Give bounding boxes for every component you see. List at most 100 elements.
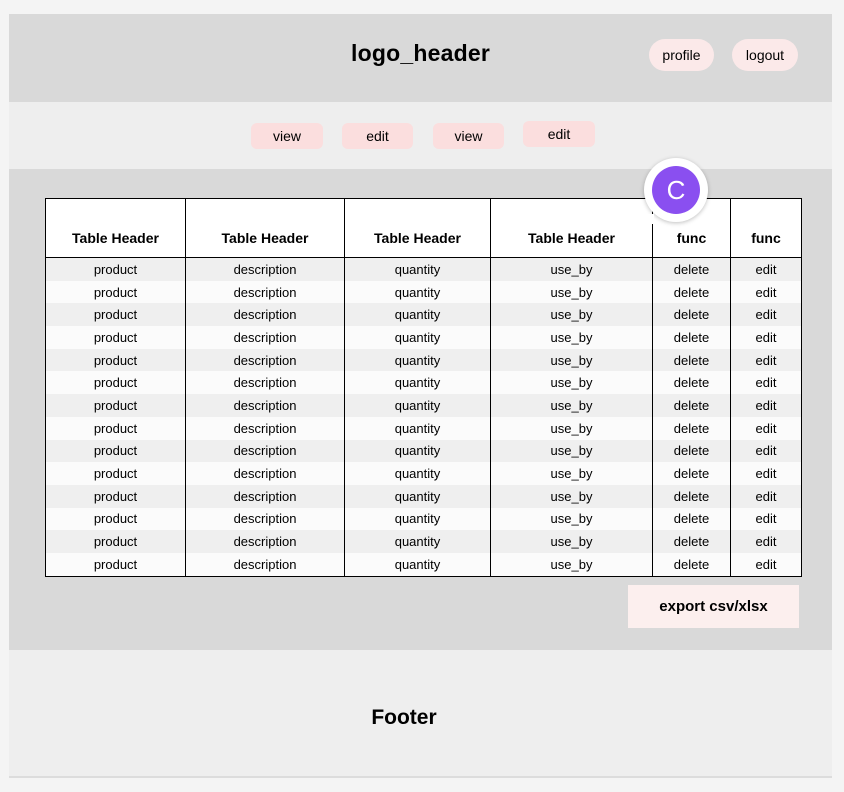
- edit-link[interactable]: edit: [730, 484, 802, 508]
- quantity-cell: quantity: [344, 257, 491, 281]
- delete-link[interactable]: delete: [652, 416, 731, 440]
- delete-link[interactable]: delete: [652, 371, 731, 395]
- delete-link[interactable]: delete: [652, 257, 731, 281]
- description-cell: description: [185, 530, 345, 553]
- product-cell: product: [45, 280, 186, 304]
- delete-link[interactable]: delete: [652, 439, 731, 463]
- table-row: product description quantity use_by delete ed…: [45, 303, 802, 327]
- edit-link[interactable]: edit: [730, 303, 802, 327]
- use-by-cell: use_by: [490, 439, 653, 463]
- edit-link[interactable]: edit: [730, 280, 802, 304]
- table-body: product description quantity use_by delete ed…: [45, 257, 802, 577]
- description-cell: description: [185, 484, 345, 508]
- use-by-cell: use_by: [490, 530, 653, 553]
- column-header[interactable]: Table Header: [490, 198, 653, 258]
- table-row: product description quantity use_by delete ed…: [45, 530, 802, 553]
- use-by-cell: use_by: [490, 462, 653, 485]
- description-cell: description: [185, 416, 345, 440]
- table-row: product description quantity use_by delete ed…: [45, 416, 802, 440]
- column-header[interactable]: Table Header: [45, 198, 186, 258]
- edit-link[interactable]: edit: [730, 552, 802, 577]
- edit-link[interactable]: edit: [730, 416, 802, 440]
- quantity-cell: quantity: [344, 530, 491, 553]
- logout-button[interactable]: logout: [732, 39, 798, 71]
- column-header[interactable]: Table Header: [344, 198, 491, 258]
- product-cell: product: [45, 484, 186, 508]
- table-row: product description quantity use_by delete ed…: [45, 439, 802, 463]
- footer-text: Footer: [371, 706, 437, 729]
- table-row: product description quantity use_by delete ed…: [45, 394, 802, 417]
- quantity-cell: quantity: [344, 439, 491, 463]
- edit-link[interactable]: edit: [730, 394, 802, 417]
- avatar[interactable]: C: [652, 166, 700, 214]
- column-header[interactable]: Table Header: [185, 198, 345, 258]
- use-by-cell: use_by: [490, 257, 653, 281]
- export-button[interactable]: export csv/xlsx: [628, 585, 799, 628]
- description-cell: description: [185, 394, 345, 417]
- edit-link[interactable]: edit: [730, 462, 802, 485]
- delete-link[interactable]: delete: [652, 348, 731, 372]
- table-row: product description quantity use_by delete ed…: [45, 552, 802, 577]
- quantity-cell: quantity: [344, 326, 491, 349]
- header: logo_header profile logout: [9, 14, 832, 102]
- action-nav: view edit view edit: [9, 102, 832, 169]
- delete-link[interactable]: delete: [652, 507, 731, 531]
- quantity-cell: quantity: [344, 462, 491, 485]
- product-cell: product: [45, 326, 186, 349]
- edit-link[interactable]: edit: [730, 439, 802, 463]
- use-by-cell: use_by: [490, 326, 653, 349]
- product-cell: product: [45, 303, 186, 327]
- use-by-cell: use_by: [490, 371, 653, 395]
- table-row: product description quantity use_by delete ed…: [45, 257, 802, 281]
- delete-link[interactable]: delete: [652, 530, 731, 553]
- edit-button-2[interactable]: edit: [523, 121, 595, 147]
- product-cell: product: [45, 552, 186, 577]
- profile-button[interactable]: profile: [649, 39, 714, 71]
- table-row: product description quantity use_by delete ed…: [45, 507, 802, 531]
- edit-link[interactable]: edit: [730, 507, 802, 531]
- quantity-cell: quantity: [344, 507, 491, 531]
- quantity-cell: quantity: [344, 348, 491, 372]
- edit-link[interactable]: edit: [730, 348, 802, 372]
- table-row: product description quantity use_by delete ed…: [45, 484, 802, 508]
- main-content: Table Header Table Header Table Header T…: [9, 158, 832, 650]
- description-cell: description: [185, 439, 345, 463]
- delete-link[interactable]: delete: [652, 462, 731, 485]
- use-by-cell: use_by: [490, 484, 653, 508]
- quantity-cell: quantity: [344, 280, 491, 304]
- product-cell: product: [45, 507, 186, 531]
- description-cell: description: [185, 303, 345, 327]
- product-cell: product: [45, 462, 186, 485]
- delete-link[interactable]: delete: [652, 484, 731, 508]
- description-cell: description: [185, 326, 345, 349]
- delete-link[interactable]: delete: [652, 394, 731, 417]
- product-cell: product: [45, 348, 186, 372]
- footer: Footer: [9, 650, 832, 778]
- use-by-cell: use_by: [490, 416, 653, 440]
- use-by-cell: use_by: [490, 394, 653, 417]
- description-cell: description: [185, 371, 345, 395]
- table-row: product description quantity use_by delete ed…: [45, 326, 802, 349]
- table-row: product description quantity use_by delete ed…: [45, 462, 802, 485]
- delete-link[interactable]: delete: [652, 303, 731, 327]
- description-cell: description: [185, 552, 345, 577]
- edit-link[interactable]: edit: [730, 371, 802, 395]
- delete-link[interactable]: delete: [652, 326, 731, 349]
- page-frame: logo_header profile logout view edit vie…: [9, 14, 832, 778]
- edit-link[interactable]: edit: [730, 257, 802, 281]
- description-cell: description: [185, 280, 345, 304]
- edit-link[interactable]: edit: [730, 530, 802, 553]
- quantity-cell: quantity: [344, 303, 491, 327]
- view-button[interactable]: view: [251, 123, 323, 149]
- edit-link[interactable]: edit: [730, 326, 802, 349]
- quantity-cell: quantity: [344, 484, 491, 508]
- view-button-2[interactable]: view: [433, 123, 504, 149]
- delete-link[interactable]: delete: [652, 280, 731, 304]
- delete-link[interactable]: delete: [652, 552, 731, 577]
- product-cell: product: [45, 394, 186, 417]
- quantity-cell: quantity: [344, 394, 491, 417]
- table-row: product description quantity use_by delete ed…: [45, 371, 802, 395]
- edit-button[interactable]: edit: [342, 123, 413, 149]
- comment-avatar-bubble[interactable]: C: [644, 158, 708, 224]
- quantity-cell: quantity: [344, 416, 491, 440]
